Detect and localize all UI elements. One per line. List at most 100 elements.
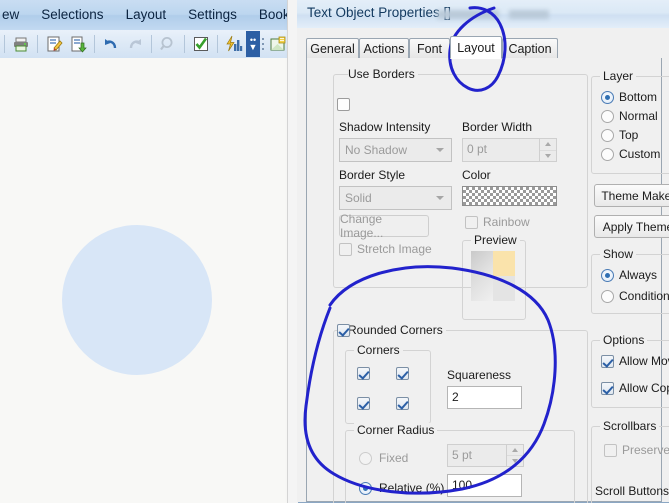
circle-text-object[interactable] bbox=[62, 225, 212, 375]
tab-strip: General Actions Font Layout Caption bbox=[306, 36, 662, 59]
screenshot-root: ew Selections Layout Settings Bookmarks … bbox=[0, 0, 669, 503]
layer-label-normal: Normal bbox=[619, 109, 658, 123]
corner-checkbox-top-right[interactable] bbox=[396, 367, 409, 380]
show-label-always: Always bbox=[619, 268, 658, 282]
stretch-image-checkbox[interactable] bbox=[339, 243, 352, 256]
allow-move-label: Allow Move/Si bbox=[619, 354, 669, 368]
menu-item-layout[interactable]: Layout bbox=[115, 0, 178, 30]
toolbar-separator bbox=[151, 35, 152, 53]
rounded-corners-checkbox[interactable] bbox=[337, 324, 350, 337]
show-label: Show bbox=[600, 247, 637, 261]
border-style-combo[interactable]: Solid bbox=[339, 186, 452, 210]
preview-image bbox=[471, 251, 515, 301]
border-width-input[interactable]: 0 pt bbox=[462, 138, 540, 162]
fixed-value-input[interactable]: 5 pt bbox=[447, 444, 507, 467]
scrollbars-label: Scrollbars bbox=[600, 419, 660, 433]
rainbow-label: Rainbow bbox=[483, 215, 530, 229]
toolbar-separator bbox=[4, 35, 5, 53]
use-borders-checkbox[interactable] bbox=[337, 98, 350, 111]
preserve-scroll-label: Preserve Scrol bbox=[622, 443, 669, 457]
fixed-value-spinner[interactable] bbox=[507, 444, 524, 467]
border-style-value: Solid bbox=[345, 191, 372, 205]
change-image-button[interactable]: Change Image... bbox=[339, 212, 429, 240]
layout-tab-panel: Use Borders Shadow Intensity No Shadow B… bbox=[306, 58, 669, 503]
print-icon[interactable] bbox=[10, 33, 32, 55]
export-icon[interactable] bbox=[67, 33, 89, 55]
relative-label: Relative (%) bbox=[379, 481, 445, 495]
rainbow-checkbox[interactable] bbox=[465, 216, 478, 229]
relative-radio[interactable] bbox=[359, 482, 372, 495]
corners-group-label: Corners bbox=[354, 343, 403, 357]
show-group: Show bbox=[591, 247, 669, 314]
options-label: Options bbox=[600, 333, 648, 347]
redacted-text-2 bbox=[509, 10, 549, 19]
use-borders-label: Use Borders bbox=[348, 67, 418, 81]
squareness-label: Squareness bbox=[447, 368, 512, 382]
tab-caption[interactable]: Caption bbox=[502, 38, 558, 58]
toolbar-grip-icon[interactable]: •• ▼ bbox=[246, 31, 260, 57]
apply-theme-button[interactable]: Apply Theme... bbox=[594, 215, 669, 238]
preserve-scroll-checkbox[interactable] bbox=[604, 444, 617, 457]
search-icon[interactable] bbox=[157, 33, 179, 55]
dialog-title-bar[interactable]: Text Object Properties [] bbox=[297, 0, 669, 29]
layer-label-bottom: Bottom bbox=[619, 90, 658, 104]
border-style-label: Border Style bbox=[339, 168, 406, 182]
theme-maker-button[interactable]: Theme Maker... bbox=[594, 184, 669, 207]
allow-move-checkbox[interactable] bbox=[601, 355, 614, 368]
squareness-input[interactable]: 2 bbox=[447, 386, 522, 409]
rounded-corners-label: Rounded Corners bbox=[348, 323, 446, 337]
layer-radio-bottom[interactable] bbox=[601, 91, 614, 104]
menu-item-settings[interactable]: Settings bbox=[177, 0, 248, 30]
corner-checkbox-bottom-left[interactable] bbox=[357, 397, 370, 410]
quick-chart-icon[interactable] bbox=[223, 33, 245, 55]
relative-value-input[interactable]: 100 bbox=[447, 474, 522, 497]
show-label-conditional: Conditional bbox=[619, 289, 669, 303]
show-radio-conditional[interactable] bbox=[601, 290, 614, 303]
tab-layout[interactable]: Layout bbox=[450, 36, 502, 59]
layer-radio-normal[interactable] bbox=[601, 110, 614, 123]
layer-radio-top[interactable] bbox=[601, 129, 614, 142]
new-sheet-icon[interactable] bbox=[267, 33, 289, 55]
undo-icon[interactable] bbox=[100, 33, 122, 55]
dialog-body: General Actions Font Layout Caption Use … bbox=[297, 28, 669, 503]
allow-copy-label: Allow Copy/Clo bbox=[619, 381, 669, 395]
tab-general[interactable]: General bbox=[306, 38, 359, 58]
redacted-text-1 bbox=[437, 10, 499, 19]
redo-icon[interactable] bbox=[124, 33, 146, 55]
select-check-icon[interactable] bbox=[190, 33, 212, 55]
shadow-intensity-label: Shadow Intensity bbox=[339, 120, 431, 134]
shadow-intensity-value: No Shadow bbox=[345, 143, 408, 157]
color-label: Color bbox=[462, 168, 491, 182]
layer-label-custom: Custom bbox=[619, 147, 661, 161]
corner-checkbox-bottom-right[interactable] bbox=[396, 397, 409, 410]
shadow-intensity-combo[interactable]: No Shadow bbox=[339, 138, 452, 162]
show-radio-always[interactable] bbox=[601, 269, 614, 282]
corner-checkbox-top-left[interactable] bbox=[357, 367, 370, 380]
chevron-down-icon bbox=[436, 148, 444, 152]
text-object-properties-dialog: Text Object Properties [] General Action… bbox=[287, 0, 669, 503]
border-width-label: Border Width bbox=[462, 120, 533, 134]
menu-item-selections[interactable]: Selections bbox=[30, 0, 114, 30]
fixed-radio[interactable] bbox=[359, 452, 372, 465]
toolbar-separator bbox=[184, 35, 185, 53]
border-width-spinner[interactable] bbox=[540, 138, 557, 162]
stretch-image-label: Stretch Image bbox=[357, 242, 432, 256]
layer-label-top: Top bbox=[619, 128, 639, 142]
preview-label: Preview bbox=[471, 233, 520, 247]
scroll-buttons-label: Scroll Buttons bbox=[595, 484, 669, 498]
tab-actions[interactable]: Actions bbox=[359, 38, 409, 58]
chevron-down-icon bbox=[436, 196, 444, 200]
menu-item-view[interactable]: ew bbox=[0, 0, 30, 30]
preview-group: Preview bbox=[462, 233, 526, 320]
layer-radio-custom[interactable] bbox=[601, 148, 614, 161]
fixed-label: Fixed bbox=[379, 451, 409, 465]
toolbar-separator bbox=[217, 35, 218, 53]
dialog-title: Text Object Properties [] bbox=[307, 5, 452, 20]
toolbar-overflow-icon[interactable] bbox=[260, 33, 266, 55]
edit-sheet-icon[interactable] bbox=[43, 33, 65, 55]
toolbar-separator bbox=[94, 35, 95, 53]
options-group: Options bbox=[591, 333, 669, 408]
tab-font[interactable]: Font bbox=[409, 38, 450, 58]
color-swatch[interactable] bbox=[462, 186, 557, 206]
allow-copy-checkbox[interactable] bbox=[601, 382, 614, 395]
